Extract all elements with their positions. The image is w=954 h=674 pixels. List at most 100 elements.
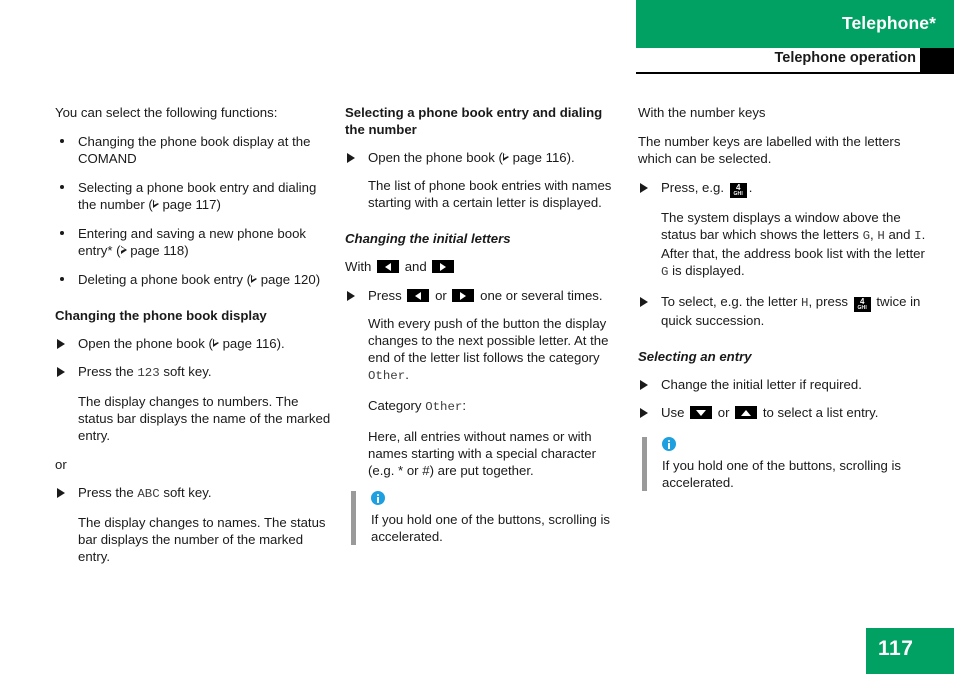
number-key-letters: GHI — [857, 305, 867, 311]
step-item: Open the phone book ( page 116). — [345, 149, 622, 166]
section-heading: Changing the phone book display — [55, 308, 267, 323]
step-item: Use or to select a list entry. — [638, 404, 932, 421]
body-text-suffix: . — [405, 367, 409, 382]
section-heading: Selecting a phone book entry and dialing… — [345, 105, 603, 137]
number-key-4-ghi-icon[interactable]: 4 GHI — [729, 183, 747, 198]
left-arrow-key-icon[interactable] — [377, 260, 400, 273]
list-item: Changing the phone book display at the C… — [55, 133, 332, 167]
step-triangle-icon — [640, 297, 648, 307]
step-item: To select, e.g. the letter H, press 4 GHI… — [638, 293, 932, 329]
step-part-2: , press — [808, 294, 849, 309]
header-title: Telephone* — [841, 13, 936, 33]
header-subtitle-bar: Telephone operation — [636, 48, 954, 72]
page-ref-triangle-icon — [212, 339, 219, 347]
step-body-text: The display changes to names. The status… — [78, 515, 326, 564]
section-heading: With the number keys — [638, 105, 766, 120]
step-item: Change the initial letter if required. — [638, 376, 932, 393]
step-label: Press the — [78, 485, 138, 500]
number-key-letters: GHI — [733, 191, 743, 197]
note-bar — [351, 491, 356, 545]
step-label: Press, e.g. — [661, 180, 725, 195]
step-triangle-icon — [640, 380, 648, 390]
info-icon — [662, 437, 676, 451]
manual-page: Telephone* Telephone operation You can s… — [0, 0, 954, 674]
letter-h-mono: H — [877, 229, 885, 243]
category-line: Category Other: — [345, 397, 622, 416]
step-triangle-icon — [57, 339, 65, 349]
intro-text: You can select the following functions: — [55, 105, 278, 120]
or-label: or — [435, 288, 447, 303]
step-item: Press the 123 soft key. — [55, 363, 332, 382]
step-suffix: to select a list entry. — [762, 405, 879, 420]
step-triangle-icon — [57, 488, 65, 498]
body-part-5: is displayed. — [668, 263, 745, 278]
step-label: Use — [661, 405, 685, 420]
down-arrow-key-icon[interactable] — [690, 406, 713, 419]
header-black-marker — [920, 48, 954, 72]
page-ref: page 116 — [222, 336, 277, 351]
right-arrow-key-icon[interactable] — [452, 289, 475, 302]
step-body-text: The list of phone book entries with name… — [368, 178, 612, 210]
step-suffix: ). — [566, 150, 575, 165]
step-part-1: To select, e.g. the letter — [661, 294, 802, 309]
step-label: Change the initial letter if required. — [661, 377, 862, 392]
body-text: The number keys are labelled with the le… — [638, 134, 901, 166]
step-suffix: . — [748, 180, 753, 195]
bullet-dot — [60, 277, 64, 281]
right-arrow-key-icon[interactable] — [432, 260, 455, 273]
soft-key-abc: ABC — [137, 487, 160, 501]
and-label: and — [404, 259, 427, 274]
column-two: Selecting a phone book entry and dialing… — [345, 104, 622, 545]
category-other-mono: Other — [368, 369, 406, 383]
step-item: Press the ABC soft key. — [55, 484, 332, 503]
page-ref-triangle-icon — [152, 200, 159, 208]
step-suffix: soft key. — [159, 485, 212, 500]
note-bar — [642, 437, 647, 491]
step-triangle-icon — [57, 367, 65, 377]
column-one: You can select the following functions: … — [55, 104, 332, 577]
page-ref: page 120 — [260, 272, 316, 287]
list-item: Entering and saving a new phone book ent… — [55, 225, 332, 259]
category-label: Category — [368, 398, 426, 413]
page-ref: page 117 — [162, 197, 217, 212]
page-ref-triangle-icon — [502, 153, 509, 161]
step-suffix: soft key. — [159, 364, 212, 379]
note-text: If you hold one of the buttons, scrollin… — [371, 512, 610, 544]
list-item-suffix: ) — [315, 272, 321, 287]
info-icon — [371, 491, 385, 505]
bullet-dot — [60, 231, 64, 235]
page-ref-triangle-icon — [120, 246, 127, 254]
list-item-suffix: ) — [184, 243, 189, 258]
list-item-label: Entering and saving a new phone book ent… — [78, 226, 307, 258]
bullet-dot — [60, 139, 64, 143]
info-note: If you hold one of the buttons, scrollin… — [349, 491, 622, 545]
step-item: Open the phone book ( page 116). — [55, 335, 332, 352]
step-label: Open the phone book ( — [78, 336, 213, 351]
with-label: With — [345, 259, 372, 274]
list-item: Selecting a phone book entry and dialing… — [55, 179, 332, 213]
step-triangle-icon — [640, 408, 648, 418]
step-item: Press, e.g. 4 GHI. — [638, 179, 932, 198]
left-arrow-key-icon[interactable] — [407, 289, 430, 302]
alternative-separator: or — [55, 457, 67, 472]
soft-key-123: 123 — [137, 366, 160, 380]
note-text: If you hold one of the buttons, scrollin… — [662, 458, 901, 490]
letter-g-mono: G — [862, 229, 871, 243]
category-other-mono: Other — [425, 400, 463, 414]
page-ref-triangle-icon — [251, 275, 258, 283]
step-body-text: With every push of the button the displa… — [345, 315, 622, 385]
list-item-label: Changing the phone book display at the C… — [78, 134, 311, 166]
page-ref: page 116 — [512, 150, 567, 165]
header-rule — [636, 72, 954, 74]
step-item: Press or one or several times. — [345, 287, 622, 304]
up-arrow-key-icon[interactable] — [735, 406, 758, 419]
step-triangle-icon — [640, 183, 648, 193]
header-green-banner: Telephone* — [636, 0, 954, 48]
number-key-4-ghi-icon[interactable]: 4 GHI — [853, 297, 871, 312]
body-part-3: and — [884, 227, 915, 242]
step-label: Open the phone book ( — [368, 150, 503, 165]
body-text-part: With every push of the button the displa… — [368, 316, 609, 365]
sub-heading: Changing the initial letters — [345, 231, 511, 246]
letter-i-mono: I — [914, 229, 922, 243]
step-body-text: The system displays a window above the s… — [638, 209, 932, 281]
